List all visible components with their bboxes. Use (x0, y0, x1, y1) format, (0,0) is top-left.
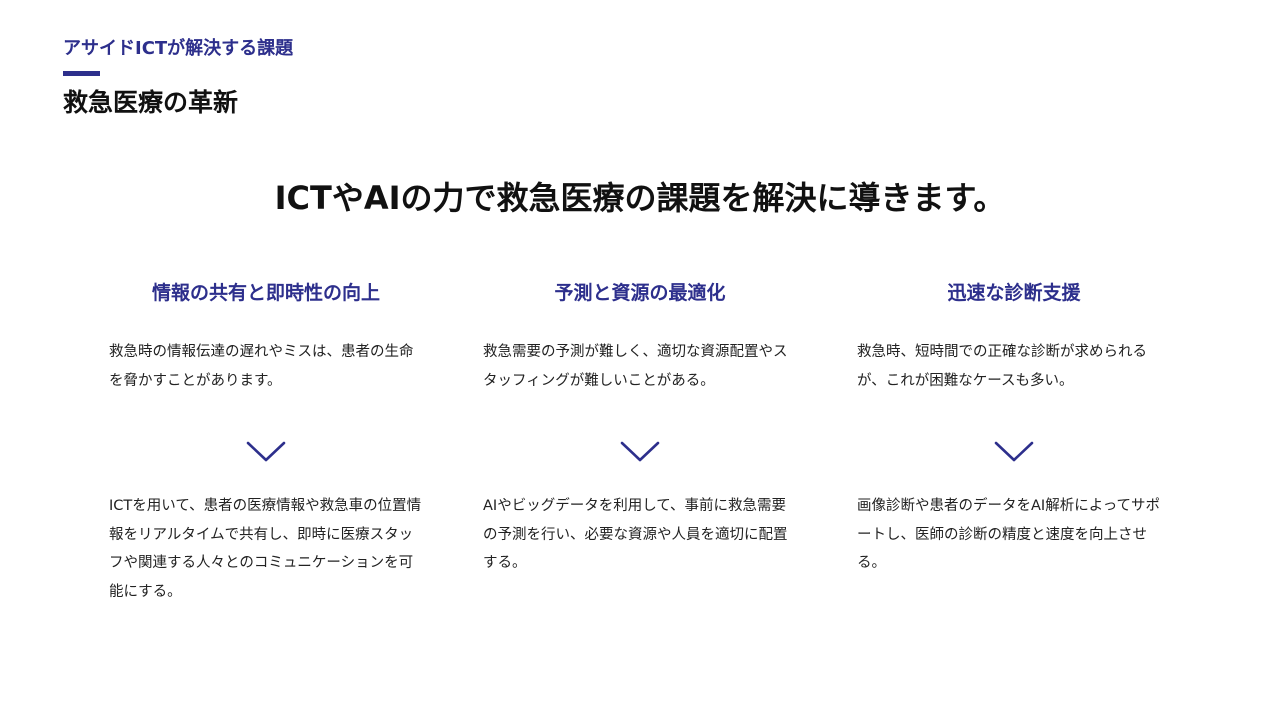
section-eyebrow: アサイドICTが解決する課題 (63, 38, 294, 59)
column-title: 迅速な診断支援 (947, 282, 1081, 304)
chevron-down-icon (994, 441, 1034, 462)
column-solution-text: ICTを用いて、患者の医療情報や救急車の位置情報をリアルタイムで共有し、即時に医… (109, 498, 422, 600)
column-problem-text: 救急時の情報伝達の遅れやミスは、患者の生命を脅かすことがあります。 (109, 344, 414, 389)
column-title: 情報の共有と即時性の向上 (151, 282, 380, 304)
page-title: 救急医療の革新 (63, 88, 239, 117)
chevron-down-icon (246, 441, 286, 462)
column-rapid-diagnosis: 迅速な診断支援 救急時、短時間での正確な診断が求められるが、これが困難なケースも… (828, 278, 1200, 606)
column-problem-text: 救急需要の予測が難しく、適切な資源配置やスタッフィングが難しいことがある。 (483, 344, 788, 389)
column-solution-text: AIやビッグデータを利用して、事前に救急需要の予測を行い、必要な資源や人員を適切… (483, 498, 788, 571)
page-header: アサイドICTが解決する課題 救急医療の革新 (63, 36, 293, 121)
headline: ICTやAIの力で救急医療の課題を解決に導きます。 (274, 179, 1006, 217)
column-prediction-optimization: 予測と資源の最適化 救急需要の予測が難しく、適切な資源配置やスタッフィングが難し… (454, 278, 826, 606)
column-problem-text: 救急時、短時間での正確な診断が求められるが、これが困難なケースも多い。 (857, 344, 1147, 389)
column-information-sharing: 情報の共有と即時性の向上 救急時の情報伝達の遅れやミスは、患者の生命を脅かすこと… (80, 278, 452, 606)
solution-columns: 情報の共有と即時性の向上 救急時の情報伝達の遅れやミスは、患者の生命を脅かすこと… (80, 278, 1200, 606)
column-solution-text: 画像診断や患者のデータをAI解析によってサポートし、医師の診断の精度と速度を向上… (857, 498, 1161, 571)
chevron-down-icon (620, 441, 660, 462)
column-title: 予測と資源の最適化 (554, 282, 726, 304)
accent-bar (63, 71, 100, 76)
